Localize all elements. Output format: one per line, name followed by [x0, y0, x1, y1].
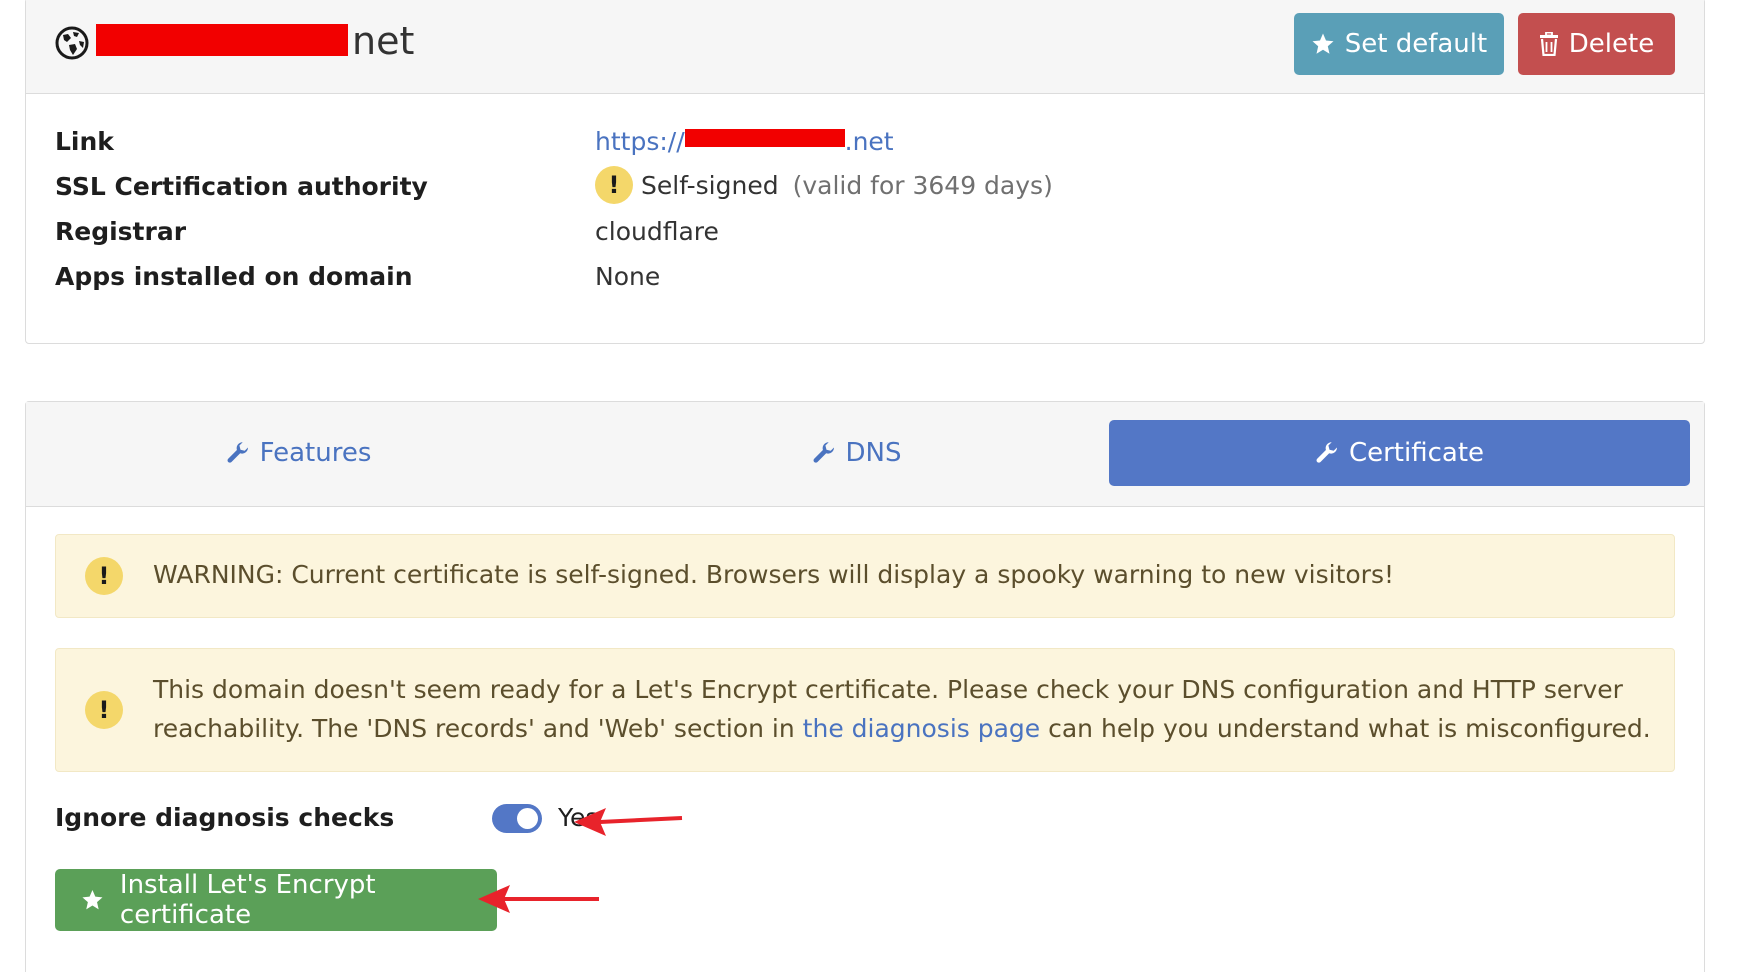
link-prefix: https://	[595, 127, 685, 156]
globe-icon	[55, 26, 89, 60]
info-row-apps: Apps installed on domain None	[55, 262, 1675, 302]
tab-features[interactable]: Features	[41, 420, 556, 486]
info-row-ssl: SSL Certification authority ! Self-signe…	[55, 166, 1675, 212]
annotation-arrow-icon	[478, 885, 599, 913]
domain-suffix: net	[352, 19, 415, 63]
exclamation-icon: !	[85, 557, 123, 595]
delete-label: Delete	[1568, 29, 1655, 59]
trash-icon	[1539, 32, 1558, 56]
ignore-diagnosis-toggle[interactable]	[492, 804, 542, 833]
exclamation-icon: !	[85, 691, 123, 729]
certificate-card: Features DNS Certificate ! WARNING: Curr…	[25, 401, 1705, 972]
domain-header: net Set default Delete	[26, 0, 1704, 94]
alert-text: This domain doesn't seem ready for a Let…	[153, 670, 1653, 748]
letsencrypt-not-ready-warning: ! This domain doesn't seem ready for a L…	[55, 648, 1675, 772]
star-icon	[82, 889, 103, 910]
info-label: Link	[55, 127, 114, 156]
wrench-icon	[1316, 442, 1337, 463]
set-default-button[interactable]: Set default	[1294, 13, 1504, 75]
info-row-registrar: Registrar cloudflare	[55, 217, 1675, 257]
toggle-knob	[517, 808, 538, 829]
delete-button[interactable]: Delete	[1518, 13, 1675, 75]
wrench-icon	[813, 442, 834, 463]
wrench-icon	[227, 442, 248, 463]
ssl-authority: Self-signed	[641, 170, 779, 200]
domain-title: net	[96, 19, 414, 63]
annotation-arrow-icon	[574, 808, 683, 836]
alert-text: WARNING: Current certificate is self-sig…	[153, 560, 1394, 589]
tab-label: Certificate	[1348, 438, 1485, 468]
exclamation-icon: !	[595, 166, 633, 204]
domain-info-card: net Set default Delete Link https:// .net…	[25, 0, 1705, 344]
info-label: SSL Certification authority	[55, 172, 428, 201]
tab-label: DNS	[845, 438, 902, 468]
tab-dns[interactable]: DNS	[599, 420, 1114, 486]
apps-value: None	[595, 262, 661, 291]
ssl-validity: (valid for 3649 days)	[792, 170, 1053, 200]
diagnosis-page-link[interactable]: the diagnosis page	[803, 714, 1041, 743]
ignore-diagnosis-row: Ignore diagnosis checks Yes	[55, 794, 855, 846]
tab-certificate[interactable]: Certificate	[1109, 420, 1690, 486]
install-letsencrypt-button[interactable]: Install Let's Encrypt certificate	[55, 869, 497, 931]
registrar-value: cloudflare	[595, 217, 719, 246]
info-label: Registrar	[55, 217, 187, 246]
alert-text-after: can help you understand what is misconfi…	[1040, 714, 1651, 743]
redacted-link	[684, 128, 845, 147]
info-label: Apps installed on domain	[55, 262, 413, 291]
link-suffix: .net	[844, 127, 894, 156]
redacted-domain-name	[96, 23, 348, 56]
tab-label: Features	[259, 438, 372, 468]
ssl-value: ! Self-signed (valid for 3649 days)	[595, 166, 1053, 204]
star-icon	[1312, 33, 1334, 54]
domain-link[interactable]: https:// .net	[595, 127, 894, 156]
set-default-label: Set default	[1344, 29, 1488, 59]
self-signed-warning: ! WARNING: Current certificate is self-s…	[55, 534, 1675, 618]
install-label: Install Let's Encrypt certificate	[119, 870, 376, 930]
ignore-diagnosis-label: Ignore diagnosis checks	[55, 803, 395, 832]
tabs-bar: Features DNS Certificate	[26, 402, 1704, 507]
info-row-link: Link https:// .net	[55, 127, 1675, 167]
